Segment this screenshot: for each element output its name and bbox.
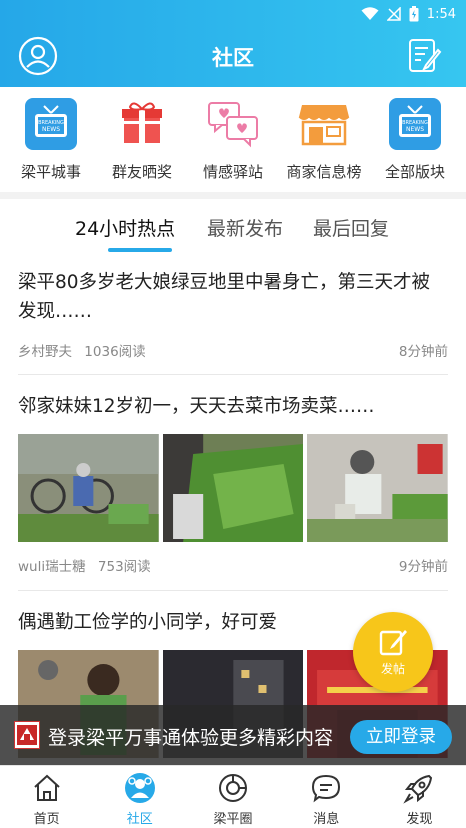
home-icon — [33, 774, 60, 801]
shop-icon — [297, 97, 351, 151]
nav-liangping-circle[interactable]: 梁平圈 — [186, 766, 279, 828]
community-icon — [124, 773, 155, 803]
login-prompt-text: 登录梁平万事通体验更多精彩内容 — [48, 727, 334, 749]
quick-link-label: 情感驿站 — [202, 163, 263, 181]
post-title: 邻家妹妹12岁初一，天天去菜市场卖菜…… — [18, 396, 375, 417]
post-image[interactable] — [307, 434, 449, 542]
post-reads: 1036阅读 — [84, 344, 146, 360]
news-tv-icon: BREAKING NEWS — [388, 97, 442, 151]
message-icon — [312, 774, 341, 803]
post-meta: 乡村野夫 1036阅读 8分钟前 — [18, 340, 448, 360]
quick-link-label: 梁平城事 — [20, 163, 81, 181]
nav-label: 消息 — [313, 812, 340, 827]
login-button[interactable]: 立即登录 — [350, 720, 452, 754]
post-item[interactable]: 梁平80多岁老大娘绿豆地里中暑身亡，第三天才被发现…… 乡村野夫 1036阅读 … — [18, 268, 448, 360]
quick-link-merchants[interactable]: 商家信息榜 — [279, 87, 369, 192]
quick-link-all-boards[interactable]: BREAKING NEWS 全部版块 — [370, 87, 460, 192]
quick-link-emotion[interactable]: 情感驿站 — [188, 87, 278, 192]
post-item[interactable]: 邻家妹妹12岁初一，天天去菜市场卖菜…… wuli瑞士糖 753阅读 9分钟前 — [18, 392, 449, 575]
app-logo-icon — [14, 721, 40, 749]
quick-link-label: 全部版块 — [384, 163, 445, 181]
battery-charging-icon — [409, 6, 419, 22]
nav-label: 发现 — [406, 812, 433, 827]
post-time: 8分钟前 — [398, 344, 448, 360]
nav-community[interactable]: 社区 — [93, 766, 186, 828]
quick-links: BREAKING NEWS 梁平城事 群友晒奖 情感驿站 商家信息榜 BREAKI… — [0, 87, 466, 192]
heart-chat-icon — [206, 97, 260, 151]
svg-text:NEWS: NEWS — [42, 126, 60, 133]
status-time: 1:54 — [426, 6, 456, 22]
feed-tabs: 24小时热点 最新发布 最后回复 — [0, 206, 466, 254]
active-tab-indicator — [108, 248, 172, 252]
post-title: 梁平80多岁老大娘绿豆地里中暑身亡，第三天才被发现…… — [18, 272, 431, 322]
quick-link-label: 群友晒奖 — [111, 163, 172, 181]
rocket-icon — [403, 774, 433, 804]
post-author: 乡村野夫 — [18, 344, 72, 360]
svg-text:NEWS: NEWS — [406, 126, 424, 133]
gift-icon — [115, 97, 169, 151]
post-meta: wuli瑞士糖 753阅读 9分钟前 — [18, 555, 448, 575]
wifi-icon — [361, 7, 379, 20]
status-bar: 1:54 — [361, 4, 456, 24]
post-time: 9分钟前 — [398, 559, 448, 575]
tab-last-reply[interactable]: 最后回复 — [313, 214, 389, 241]
tab-latest[interactable]: 最新发布 — [207, 214, 283, 241]
edit-icon — [379, 629, 407, 655]
edit-note-icon — [409, 39, 442, 72]
nav-discover[interactable]: 发现 — [373, 766, 466, 828]
news-tv-icon: BREAKING NEWS — [24, 97, 78, 151]
bottom-nav: 首页 社区 梁平圈 消息 发现 — [0, 765, 466, 828]
nav-label: 梁平圈 — [213, 812, 253, 827]
post-images — [18, 434, 449, 542]
post-separator — [18, 374, 448, 375]
post-image[interactable] — [162, 434, 304, 542]
compose-button[interactable] — [408, 38, 442, 74]
new-post-button[interactable]: 发帖 — [353, 612, 433, 692]
section-divider — [0, 192, 466, 199]
login-prompt-bar: 登录梁平万事通体验更多精彩内容 立即登录 — [0, 705, 466, 765]
quick-link-prizes[interactable]: 群友晒奖 — [97, 87, 187, 192]
nav-label: 首页 — [33, 812, 60, 827]
post-image[interactable] — [18, 434, 159, 542]
page-title: 社区 — [212, 46, 254, 70]
post-reads: 753阅读 — [97, 559, 151, 575]
post-separator — [18, 590, 448, 591]
nav-home[interactable]: 首页 — [0, 766, 93, 828]
quick-link-city-news[interactable]: BREAKING NEWS 梁平城事 — [6, 87, 96, 192]
nav-label: 社区 — [126, 812, 153, 827]
circle-camera-icon — [219, 774, 247, 802]
nav-messages[interactable]: 消息 — [280, 766, 373, 828]
post-author: wuli瑞士糖 — [18, 559, 86, 575]
no-signal-icon — [386, 7, 401, 21]
new-post-label: 发帖 — [380, 661, 405, 676]
quick-link-label: 商家信息榜 — [286, 163, 362, 181]
tab-24h-hot[interactable]: 24小时热点 — [75, 214, 175, 241]
top-header: 1:54 社区 — [0, 0, 466, 87]
